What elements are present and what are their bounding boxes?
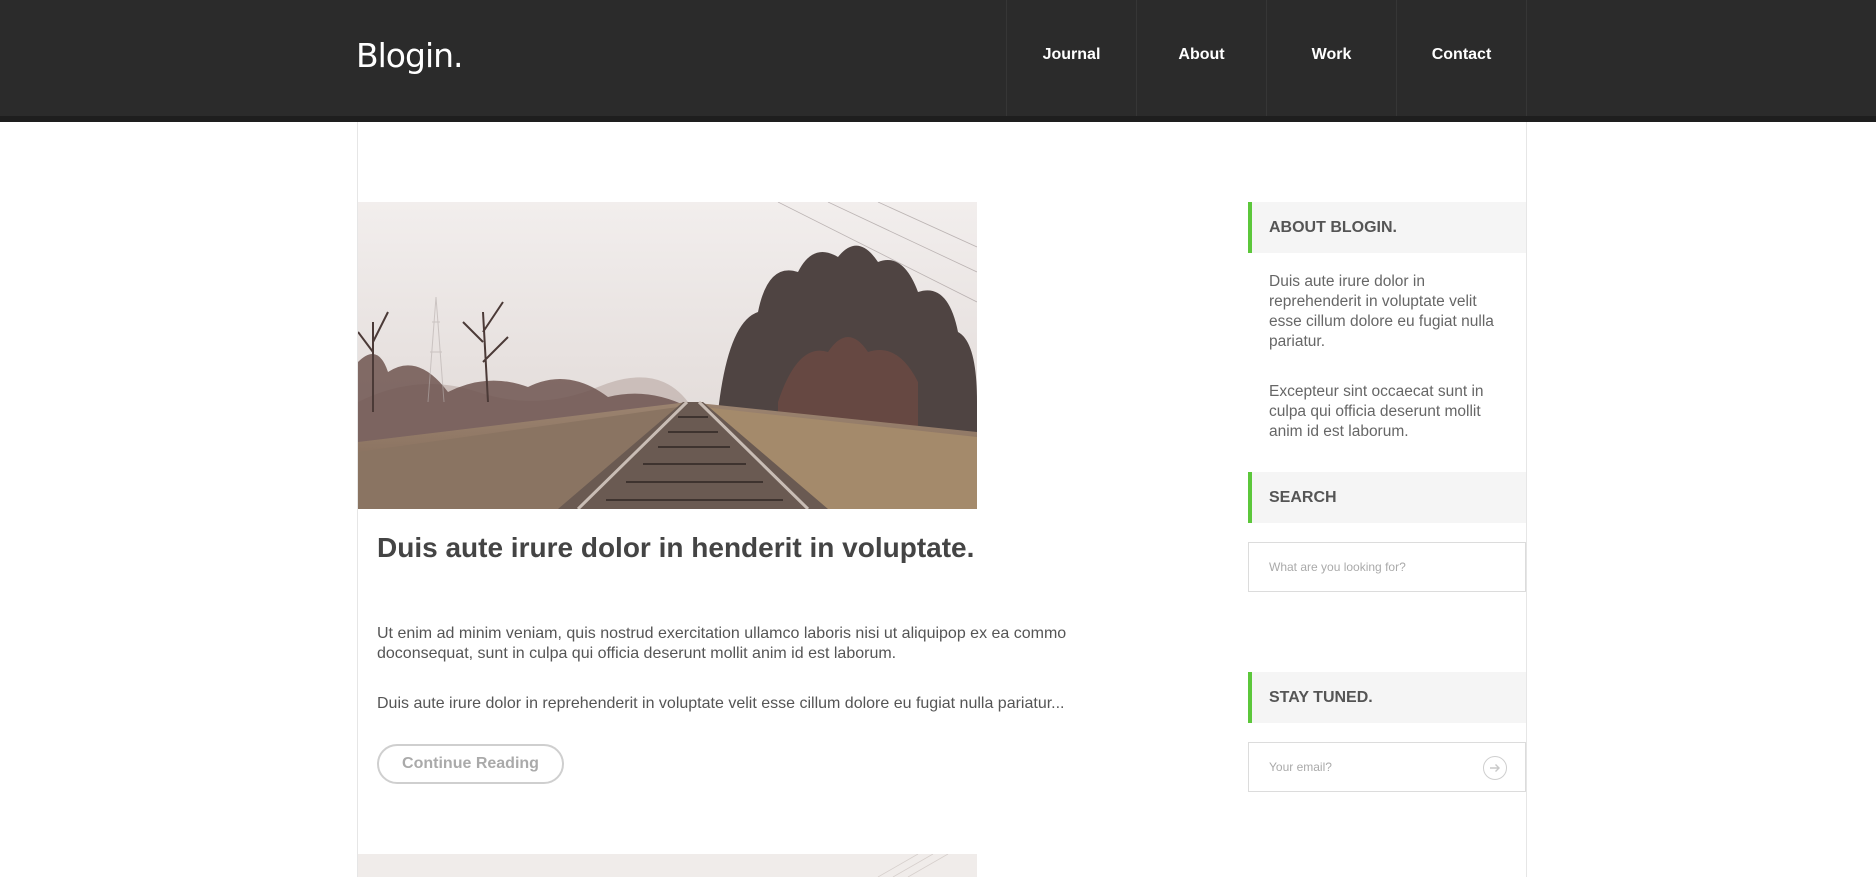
site-logo[interactable]: Blogin.: [356, 36, 464, 75]
main-nav: Journal About Work Contact: [1006, 0, 1527, 116]
post-featured-image[interactable]: [358, 854, 977, 877]
nav-item-work[interactable]: Work: [1267, 0, 1397, 116]
site-header: Blogin. Journal About Work Contact: [0, 0, 1876, 116]
content-divider-right: [1526, 122, 1527, 877]
post-title[interactable]: Duis aute irure dolor in henderit in vol…: [377, 532, 974, 564]
search-field: [1248, 542, 1526, 592]
about-widget-text: Excepteur sint occaecat sunt in culpa qu…: [1269, 383, 1484, 440]
email-input[interactable]: [1269, 760, 1469, 774]
nav-item-about[interactable]: About: [1137, 0, 1267, 116]
post-excerpt-paragraph: Duis aute irure dolor in reprehenderit i…: [377, 695, 1065, 712]
search-input[interactable]: [1269, 560, 1469, 574]
arrow-right-circle-icon[interactable]: [1483, 756, 1507, 780]
post-featured-image[interactable]: [358, 202, 977, 509]
newsletter-widget-title: STAY TUNED.: [1248, 672, 1526, 723]
newsletter-field: [1248, 742, 1526, 792]
search-widget-title: SEARCH: [1248, 472, 1526, 523]
post-excerpt-paragraph: Ut enim ad minim veniam, quis nostrud ex…: [377, 625, 1067, 662]
nav-item-contact[interactable]: Contact: [1397, 0, 1527, 116]
nav-item-journal[interactable]: Journal: [1007, 0, 1137, 116]
header-shadow-bar: [0, 116, 1876, 122]
continue-reading-button[interactable]: Continue Reading: [377, 744, 564, 784]
about-widget-text: Duis aute irure dolor in reprehenderit i…: [1269, 273, 1494, 350]
about-widget-title: ABOUT BLOGIN.: [1248, 202, 1526, 253]
